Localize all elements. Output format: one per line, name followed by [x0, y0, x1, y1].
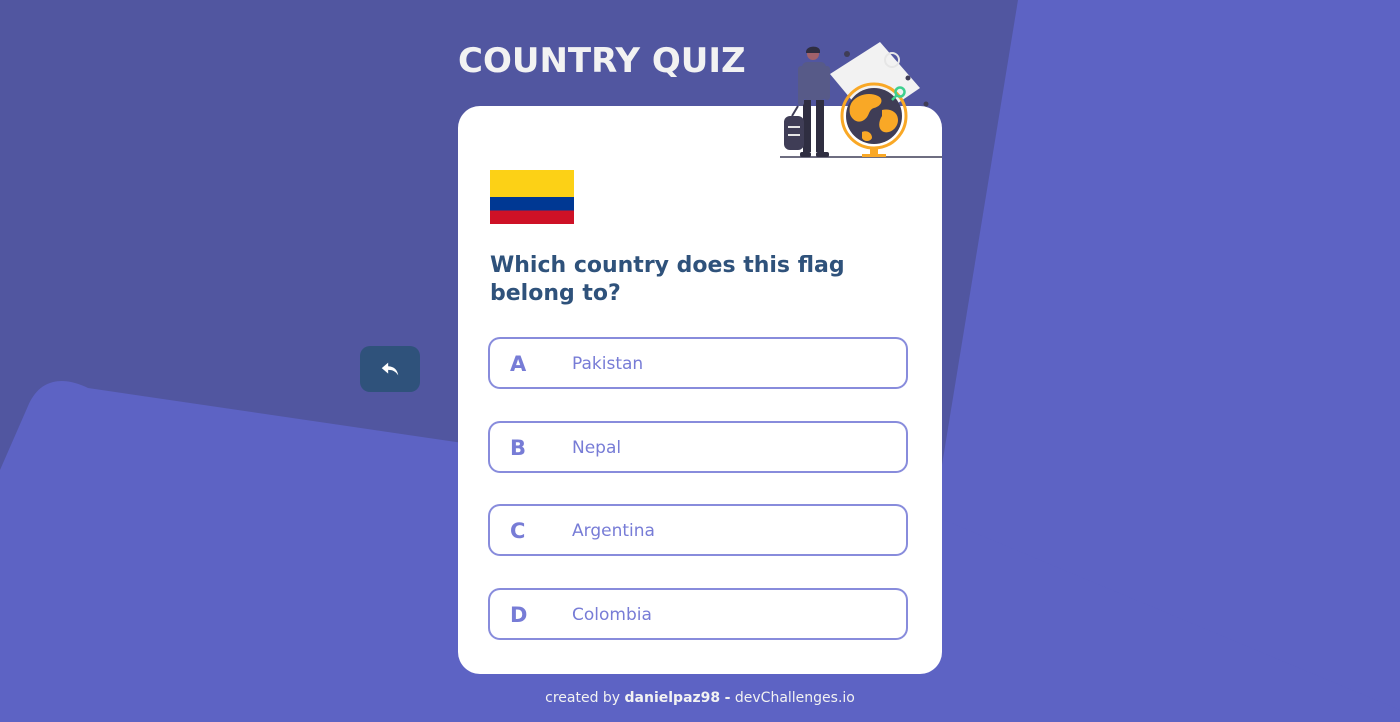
page-title: COUNTRY QUIZ: [458, 41, 746, 81]
answer-option-b[interactable]: B Nepal: [488, 421, 908, 473]
footer-credit: created by danielpaz98 - devChallenges.i…: [0, 688, 1400, 708]
answer-text: Nepal: [572, 438, 622, 458]
answer-text: Colombia: [572, 605, 652, 625]
colombia-flag-icon: [490, 170, 574, 224]
answer-letter: B: [510, 436, 527, 460]
traveler-globe-illustration: [780, 42, 942, 158]
footer-prefix: created by: [545, 690, 621, 706]
reply-arrow-icon: [381, 362, 399, 376]
quiz-card: Which country does this flag belong to? …: [458, 106, 942, 674]
answer-text: Pakistan: [572, 354, 644, 374]
footer-separator: -: [724, 690, 731, 706]
answer-text: Argentina: [572, 521, 655, 541]
answer-letter: D: [510, 603, 528, 627]
answer-option-a[interactable]: A Pakistan: [488, 337, 908, 389]
answer-letter: C: [510, 519, 526, 543]
footer-site: devChallenges.io: [734, 690, 855, 706]
answer-letter: A: [510, 352, 527, 376]
answer-option-d[interactable]: D Colombia: [488, 588, 908, 640]
footer-author: danielpaz98: [624, 690, 721, 706]
back-button[interactable]: [360, 346, 420, 392]
question-text: Which country does this flag belong to?: [490, 253, 845, 306]
answer-option-c[interactable]: C Argentina: [488, 504, 908, 556]
